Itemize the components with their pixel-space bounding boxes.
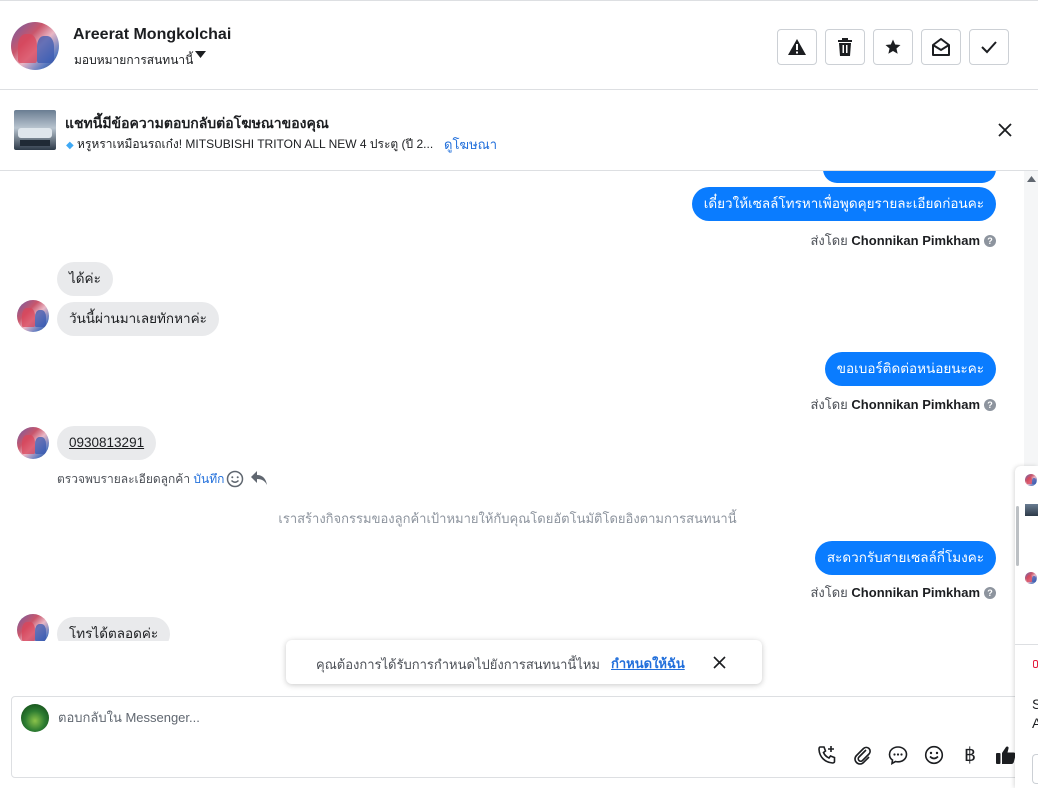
save-details-link[interactable]: บันทึก	[193, 472, 224, 486]
contact-avatar-small	[17, 300, 49, 332]
outgoing-message[interactable]: เดี๋ยวให้เซลล์โทรหาเพื่อพูดคุยรายละเอียด…	[691, 187, 996, 221]
sent-by-label: ส่งโดย Chonnikan Pimkham?	[810, 582, 996, 603]
contact-avatar[interactable]	[11, 22, 59, 70]
contact-avatar-small	[17, 427, 49, 459]
reply-input[interactable]	[58, 705, 758, 729]
outgoing-message[interactable]: สะดวกรับสายเซลล์กี่โมงคะ	[814, 541, 996, 575]
diamond-icon: ◆	[66, 140, 74, 151]
ad-reply-banner: แชทนี้มีข้อความตอบกลับต่อโฆษณาของคุณ ◆ ห…	[0, 91, 1038, 171]
done-button[interactable]	[969, 29, 1009, 65]
view-ad-link[interactable]: ดูโฆษณา	[444, 134, 497, 155]
checkmark-icon	[981, 41, 997, 54]
panel-button-partial[interactable]	[1032, 754, 1038, 784]
conversation-header: Areerat Mongkolchai มอบหมายการสนทนานี้	[0, 0, 1038, 90]
message-list: เดี๋ยวให้เซลล์โทรหาเพื่อพูดคุยรายละเอียด…	[0, 171, 1024, 641]
ad-thumbnail[interactable]	[14, 110, 56, 150]
saved-reply-icon[interactable]	[886, 743, 910, 767]
reply-icon[interactable]	[250, 470, 268, 491]
panel-text-1: S	[1032, 696, 1038, 712]
side-panel-partial[interactable]: S A	[1015, 466, 1038, 788]
spam-button[interactable]	[777, 29, 817, 65]
status-dot	[1033, 660, 1038, 668]
star-icon	[885, 39, 901, 54]
sent-by-label: ส่งโดย Chonnikan Pimkham?	[810, 394, 996, 415]
star-button[interactable]	[873, 29, 913, 65]
contact-avatar-small	[17, 614, 49, 641]
assign-conversation-label[interactable]: มอบหมายการสนทนานี้	[74, 51, 193, 70]
page-avatar	[21, 704, 49, 732]
thumbnail-image	[1025, 504, 1038, 516]
help-icon[interactable]: ?	[984, 399, 996, 411]
assign-to-me-link[interactable]: กำหนดให้ฉัน	[611, 653, 685, 674]
mark-unread-button[interactable]	[921, 29, 961, 65]
sent-by-label: ส่งโดย Chonnikan Pimkham?	[810, 230, 996, 251]
baht-icon[interactable]: ฿	[958, 743, 982, 767]
ad-banner-title: แชทนี้มีข้อความตอบกลับต่อโฆษณาของคุณ	[65, 115, 329, 131]
divider	[1015, 644, 1038, 645]
ad-description: ◆ หรูหราเหมือนรถเก๋ง! MITSUBISHI TRITON …	[66, 135, 433, 154]
close-icon[interactable]	[994, 119, 1016, 141]
incoming-message[interactable]: ได้ค่ะ	[57, 262, 113, 296]
outgoing-message[interactable]: ขอเบอร์ติดต่อหน่อยนะคะ	[824, 352, 996, 386]
customer-details-detected: ตรวจพบรายละเอียดลูกค้า บันทึก	[57, 472, 225, 486]
avatar	[1025, 474, 1037, 486]
emoji-icon[interactable]	[922, 743, 946, 767]
close-icon[interactable]	[710, 653, 728, 671]
envelope-open-icon	[932, 38, 950, 56]
help-icon[interactable]: ?	[984, 235, 996, 247]
warning-icon	[788, 39, 806, 55]
ad-description-text: หรูหราเหมือนรถเก๋ง! MITSUBISHI TRITON AL…	[77, 137, 434, 151]
assign-prompt-toast: คุณต้องการได้รับการกำหนดไปยังการสนทนานี้…	[286, 640, 762, 684]
contact-name[interactable]: Areerat Mongkolchai	[73, 26, 231, 44]
panel-text-2: A	[1032, 715, 1038, 731]
incoming-message[interactable]: โทรได้ตลอดค่ะ	[57, 617, 171, 641]
message-scrollbar[interactable]	[1024, 171, 1038, 471]
trash-icon	[838, 38, 852, 56]
system-activity-note: เราสร้างกิจกรรมของลูกค้าเป้าหมายให้กับคุ…	[278, 511, 737, 526]
help-icon[interactable]: ?	[984, 587, 996, 599]
incoming-message[interactable]: วันนี้ผ่านมาเลยทักหาค่ะ	[57, 302, 219, 336]
chevron-down-icon[interactable]	[195, 51, 206, 62]
incoming-message-phone[interactable]: 0930813291	[57, 426, 157, 460]
avatar	[1025, 572, 1037, 584]
scroll-indicator	[1016, 506, 1019, 566]
outgoing-message-partial	[823, 171, 996, 183]
attachment-icon[interactable]	[850, 743, 874, 767]
phone-plus-icon[interactable]	[815, 743, 839, 767]
delete-button[interactable]	[825, 29, 865, 65]
reaction-icon[interactable]	[226, 470, 244, 493]
reply-composer: ฿	[11, 696, 1023, 778]
toast-text: คุณต้องการได้รับการกำหนดไปยังการสนทนานี้…	[316, 657, 600, 672]
